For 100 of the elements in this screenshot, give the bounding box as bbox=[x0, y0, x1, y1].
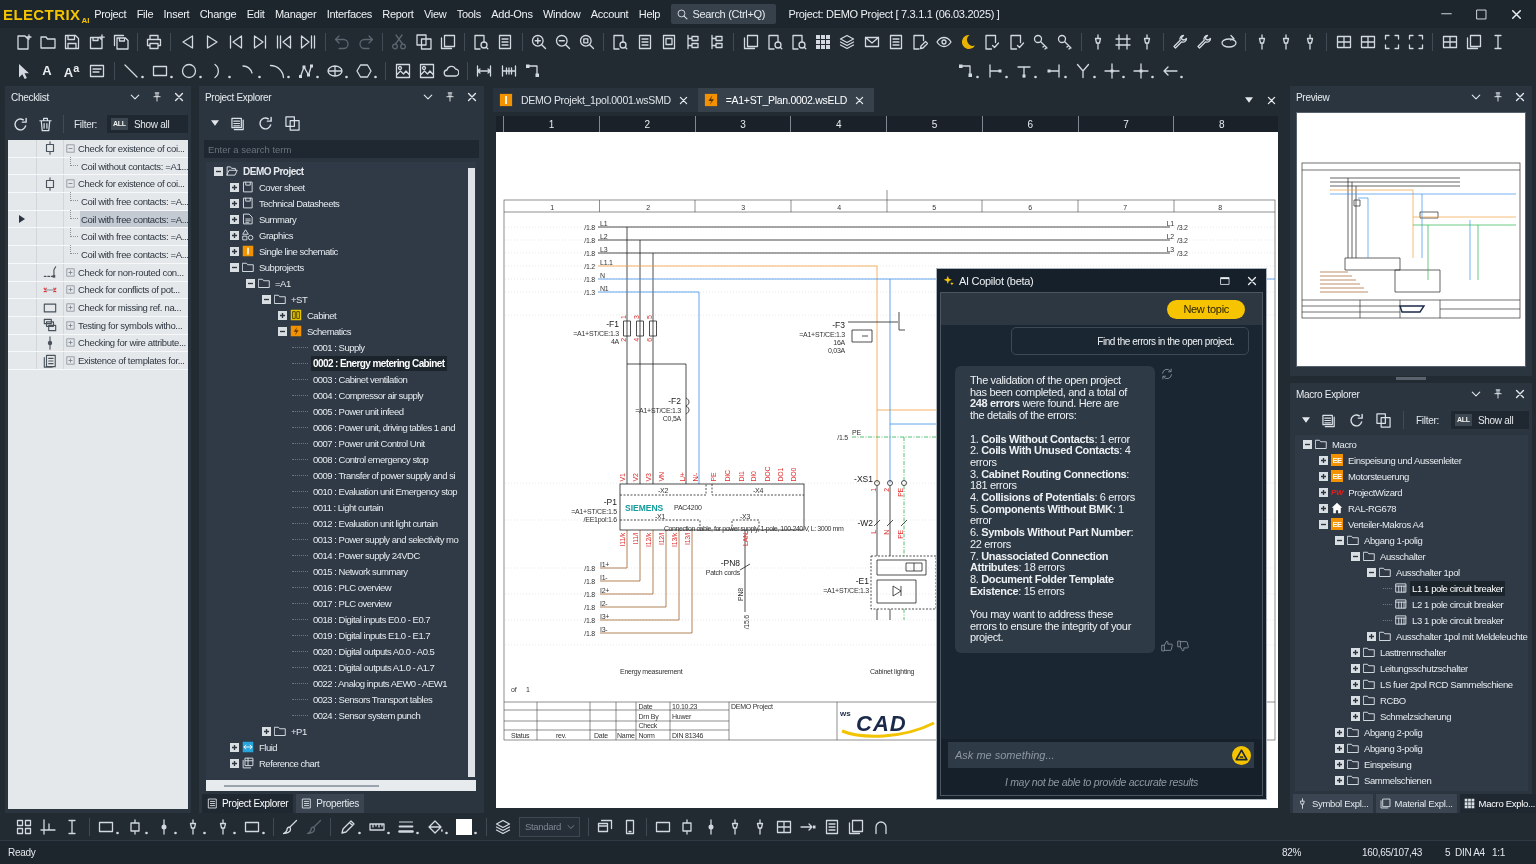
tree-item[interactable]: Fluid bbox=[257, 739, 280, 755]
tree-item[interactable]: +ST bbox=[289, 291, 310, 307]
plus-box-icon[interactable] bbox=[1319, 487, 1328, 497]
page-stack-icon[interactable] bbox=[742, 34, 759, 50]
menu-item[interactable]: Add-Ons bbox=[486, 8, 538, 20]
window-stack-icon[interactable] bbox=[597, 818, 614, 835]
tree-item[interactable]: Einspeisung und Aussenleiter bbox=[1346, 452, 1464, 468]
tee-right-icon[interactable] bbox=[987, 63, 1009, 79]
tree-item[interactable]: Abgang 1-polig bbox=[1362, 532, 1425, 548]
circle-icon[interactable] bbox=[181, 63, 203, 79]
tree-item[interactable]: Ausschalter 1pol bbox=[1394, 564, 1462, 580]
plus-box-icon[interactable] bbox=[1319, 503, 1328, 513]
axis-lines-icon[interactable] bbox=[40, 818, 57, 835]
menu-item[interactable]: Interfaces bbox=[321, 8, 378, 20]
close-icon[interactable] bbox=[1247, 275, 1257, 286]
chevron-down-icon[interactable] bbox=[1471, 92, 1481, 102]
page-frame-icon[interactable] bbox=[660, 34, 677, 50]
tree-item[interactable]: 0022 : Analog inputs AEW0 - AEW1 bbox=[311, 675, 449, 691]
tree-item[interactable]: 0020 : Digital outputs A0.0 - A0.5 bbox=[311, 643, 437, 659]
moon-icon[interactable] bbox=[960, 34, 977, 50]
zoom-out-icon[interactable] bbox=[554, 34, 571, 50]
wrench-icon[interactable] bbox=[1196, 34, 1213, 50]
cross-dots-icon[interactable] bbox=[1133, 63, 1155, 79]
chat-input-field[interactable]: Ask me something... bbox=[948, 742, 1254, 768]
tree-item[interactable]: 0011 : Light curtain bbox=[311, 499, 386, 515]
minus-box-icon[interactable] bbox=[1319, 519, 1328, 529]
dimension-ticks-icon[interactable] bbox=[500, 63, 517, 79]
plus-box-icon[interactable] bbox=[1319, 455, 1328, 465]
ellipse-cross-icon[interactable] bbox=[327, 63, 349, 79]
page-search-icon[interactable] bbox=[790, 34, 807, 50]
close-icon[interactable] bbox=[1511, 8, 1522, 20]
trash-icon[interactable] bbox=[38, 116, 53, 132]
tree-item[interactable]: Graphics bbox=[257, 227, 295, 243]
document-tab[interactable]: =A1+ST_Plan.0002.wsELD bbox=[697, 88, 874, 112]
line-icon[interactable] bbox=[122, 63, 144, 79]
menu-item[interactable]: Window bbox=[537, 8, 586, 20]
grid-icon[interactable] bbox=[815, 34, 832, 50]
thumbs-down-icon[interactable] bbox=[1177, 640, 1189, 653]
vertical-scrollbar[interactable] bbox=[468, 168, 475, 777]
fill-bucket-icon[interactable] bbox=[427, 818, 449, 835]
plus-box-icon[interactable] bbox=[1319, 471, 1328, 481]
page-stack-icon[interactable] bbox=[848, 818, 865, 835]
plus-box-icon[interactable] bbox=[1351, 695, 1360, 705]
tree-item[interactable]: Abgang 2-polig bbox=[1362, 724, 1425, 740]
zoom-fit-icon[interactable] bbox=[579, 34, 596, 50]
close-icon[interactable] bbox=[1267, 95, 1276, 105]
frame-split-icon[interactable] bbox=[775, 818, 792, 835]
page-search-icon[interactable] bbox=[612, 34, 629, 50]
thumbs-up-icon[interactable] bbox=[1161, 640, 1173, 653]
menu-item[interactable]: Project bbox=[89, 8, 132, 20]
tree-item[interactable]: 0003 : Cabinet ventilation bbox=[311, 371, 410, 387]
close-icon[interactable] bbox=[678, 95, 688, 105]
plus-box-icon[interactable] bbox=[230, 742, 239, 752]
minus-box-icon[interactable] bbox=[1351, 551, 1360, 561]
tree-item[interactable]: Macro bbox=[1330, 436, 1359, 452]
refresh-icon[interactable] bbox=[258, 115, 273, 131]
plus-box-icon[interactable] bbox=[1351, 679, 1360, 689]
tree-item[interactable]: Abgang 3-polig bbox=[1362, 740, 1425, 756]
text-box-icon[interactable] bbox=[89, 63, 106, 79]
arc-wide-icon[interactable] bbox=[268, 63, 290, 79]
minus-box-icon[interactable] bbox=[1335, 535, 1344, 545]
tree-item[interactable]: 0014 : Power supply 24VDC bbox=[311, 547, 422, 563]
tree-item[interactable]: Verteiler-Makros A4 bbox=[1346, 516, 1426, 532]
plus-box-icon[interactable] bbox=[1351, 663, 1360, 673]
panel-tab[interactable]: Symbol Expl... bbox=[1293, 794, 1373, 813]
pin-icon[interactable] bbox=[1493, 92, 1503, 102]
chevron-down-icon[interactable] bbox=[423, 92, 433, 102]
tree-item[interactable]: Ausschalter bbox=[1378, 548, 1428, 564]
search-field[interactable]: Search (Ctrl+Q) bbox=[671, 4, 777, 24]
square-corners-icon[interactable] bbox=[1384, 34, 1400, 50]
splitter-handle[interactable] bbox=[1396, 377, 1426, 380]
plus-box-icon[interactable] bbox=[230, 758, 239, 768]
pen-icon[interactable] bbox=[339, 818, 361, 835]
copy-icon[interactable] bbox=[285, 115, 300, 131]
corner-node-icon[interactable] bbox=[524, 63, 541, 79]
tree-branch-icon[interactable] bbox=[685, 34, 701, 50]
node-polyline-icon[interactable] bbox=[297, 63, 319, 79]
tree-item[interactable]: 0016 : PLC overview bbox=[311, 579, 394, 595]
horizontal-scrollbar[interactable] bbox=[206, 780, 476, 791]
tree-item[interactable]: 0004 : Compressor air supply bbox=[311, 387, 426, 403]
minus-box-icon[interactable] bbox=[246, 278, 255, 288]
cross-lines-icon[interactable] bbox=[1114, 34, 1131, 50]
plus-box-icon[interactable] bbox=[1351, 647, 1360, 657]
maximize-icon[interactable] bbox=[1476, 8, 1487, 20]
tree-item[interactable]: 0007 : Power unit Control Unit bbox=[311, 435, 427, 451]
plus-box-icon[interactable] bbox=[230, 246, 239, 256]
key-icon[interactable] bbox=[1057, 34, 1073, 50]
tree-item[interactable]: Schmelzsicherung bbox=[1378, 708, 1454, 724]
menu-item[interactable]: Manager bbox=[269, 8, 322, 20]
hexagon-icon[interactable] bbox=[356, 63, 378, 79]
ellipse-arrow-icon[interactable] bbox=[1220, 34, 1237, 50]
search-field[interactable]: Enter a search term bbox=[204, 140, 479, 158]
page-pen-icon[interactable] bbox=[911, 34, 928, 50]
caret-down-icon[interactable] bbox=[211, 120, 219, 126]
tee-down-icon[interactable] bbox=[1016, 63, 1038, 79]
tree-item[interactable]: Subprojects bbox=[257, 259, 306, 275]
eye-icon[interactable] bbox=[936, 34, 953, 50]
plus-box-icon[interactable] bbox=[1367, 631, 1376, 641]
frame-split-icon[interactable] bbox=[1359, 34, 1376, 50]
image-icon[interactable] bbox=[418, 63, 435, 79]
